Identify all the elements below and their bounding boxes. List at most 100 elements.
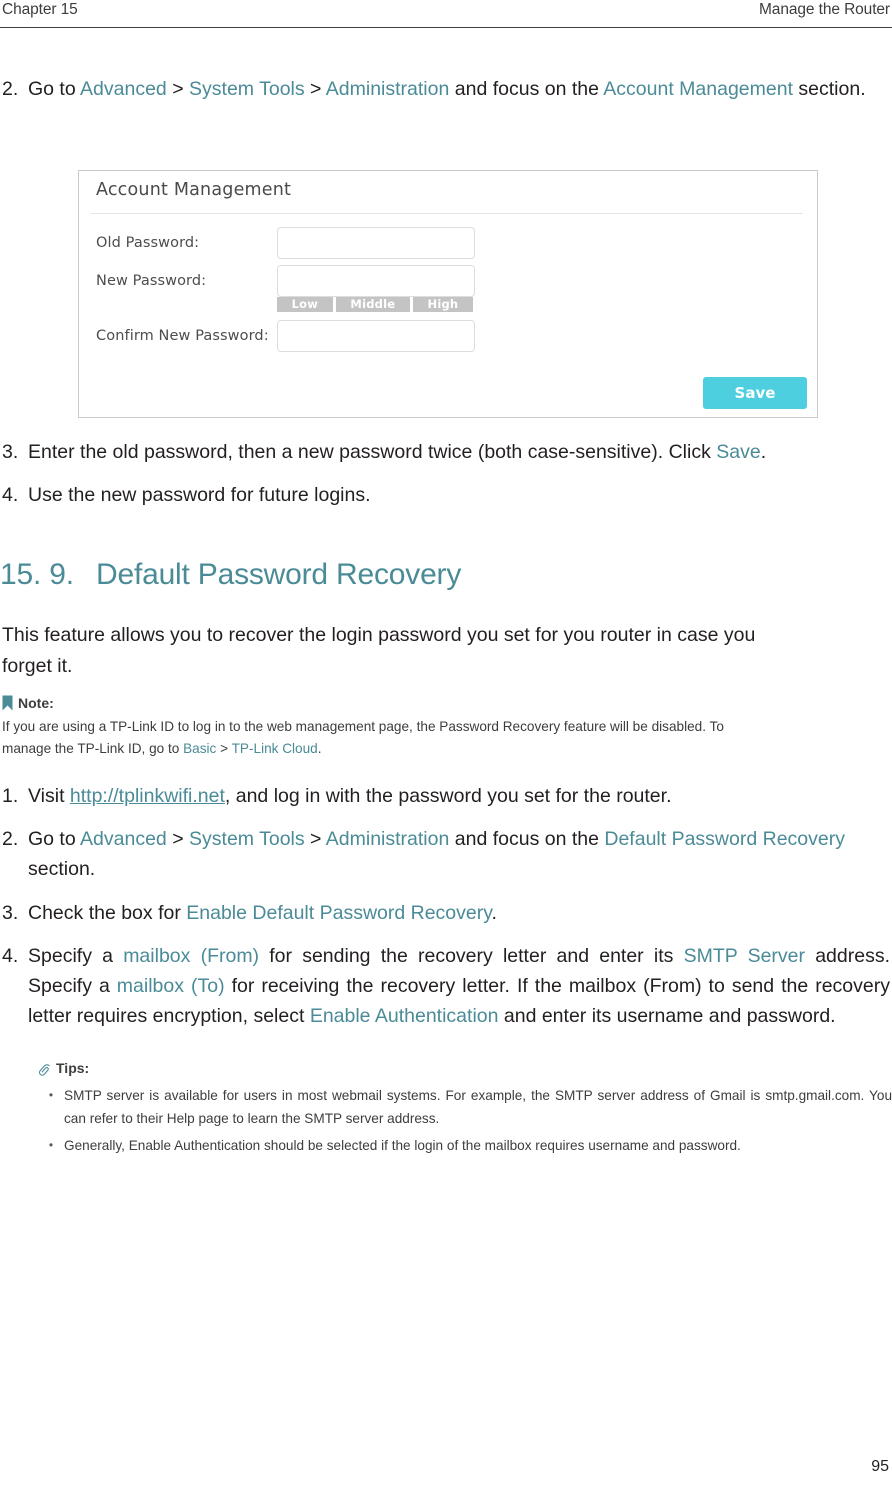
strength-segment-middle: Middle: [335, 297, 410, 312]
link-mailbox-from[interactable]: mailbox (From): [123, 945, 259, 967]
step-3-text-2: .: [760, 441, 767, 463]
panel-divider: [91, 213, 803, 214]
step-2-text: Go to Advanced > System Tools > Administ…: [28, 74, 890, 104]
recovery-step-2-text-3: section.: [28, 858, 96, 880]
note-header: Note:: [2, 693, 890, 713]
intro-line-1: This feature allows you to recover the l…: [2, 624, 756, 646]
recovery-step-3-text-2: .: [491, 902, 497, 924]
account-management-screenshot: Account Management Old Password: New Pas…: [78, 170, 818, 418]
link-administration[interactable]: Administration: [326, 78, 450, 100]
recovery-step-4-text: Specify a mailbox (From) for sending the…: [28, 941, 890, 1031]
recovery-step-1-text-1: Visit: [28, 785, 70, 807]
step-2-text-1: Go to: [28, 78, 81, 100]
tips-list-item: • SMTP server is available for users in …: [38, 1084, 892, 1130]
panel-title: Account Management: [96, 180, 292, 200]
link-enable-default-password-recovery[interactable]: Enable Default Password Recovery: [186, 902, 491, 924]
section-heading: 15. 9. Default Password Recovery: [0, 556, 892, 594]
intro-line-2: forget it.: [2, 655, 73, 677]
link-system-tools[interactable]: System Tools: [189, 78, 305, 100]
step-2-sep-2: >: [304, 78, 326, 100]
recovery-step-2-text: Go to Advanced > System Tools > Administ…: [28, 824, 890, 884]
confirm-new-password-label: Confirm New Password:: [96, 328, 269, 344]
old-password-input[interactable]: [277, 227, 475, 259]
section-heading-number: 15. 9.: [0, 558, 74, 591]
strength-segment-low: Low: [277, 297, 333, 312]
link-advanced[interactable]: Advanced: [80, 78, 167, 100]
paperclip-icon: [38, 1062, 51, 1076]
tips-list-item: • Generally, Enable Authentication shoul…: [38, 1134, 892, 1157]
note-block: Note: If you are using a TP-Link ID to l…: [2, 693, 890, 760]
link-default-password-recovery[interactable]: Default Password Recovery: [604, 828, 845, 850]
step-4-number: 4.: [2, 484, 19, 506]
bookmark-icon: [2, 695, 13, 711]
save-button[interactable]: Save: [703, 377, 807, 409]
note-line-2-text-a: manage the TP-Link ID, go to: [2, 741, 184, 756]
tips-block: Tips: • SMTP server is available for use…: [38, 1058, 892, 1161]
link-smtp-server[interactable]: SMTP Server: [684, 945, 805, 967]
step-3-number: 3.: [2, 441, 19, 463]
tips-header: Tips:: [38, 1058, 892, 1078]
password-strength-meter: Low Middle High: [277, 297, 473, 312]
note-line-2: manage the TP-Link ID, go to Basic > TP-…: [2, 738, 890, 760]
link-system-tools-2[interactable]: System Tools: [189, 828, 305, 850]
recovery-step-4-number: 4.: [2, 945, 19, 967]
tips-item-text: SMTP server is available for users in mo…: [64, 1088, 892, 1126]
running-header: Chapter 15 Manage the Router: [0, 0, 892, 28]
link-account-management[interactable]: Account Management: [603, 78, 793, 100]
step-2-sep-1: >: [166, 78, 190, 100]
confirm-new-password-input[interactable]: [277, 320, 475, 352]
recovery-step-3: 3. Check the box for Enable Default Pass…: [2, 898, 890, 928]
recovery-step-2-number: 2.: [2, 828, 19, 850]
step-2-number: 2.: [2, 78, 19, 100]
recovery-step-2-text-1: Go to: [28, 828, 81, 850]
tips-label: Tips:: [56, 1060, 90, 1076]
header-chapter: Chapter 15: [2, 1, 78, 18]
link-tp-link-cloud[interactable]: TP-Link Cloud: [232, 741, 318, 756]
page-number: 95: [871, 1458, 889, 1475]
tips-list: • SMTP server is available for users in …: [38, 1084, 892, 1157]
recovery-step-1-number: 1.: [2, 785, 19, 807]
link-advanced-2[interactable]: Advanced: [80, 828, 167, 850]
note-body: If you are using a TP-Link ID to log in …: [2, 716, 890, 760]
bullet-icon: •: [48, 1138, 54, 1152]
recovery-step-4-text-1: Specify a: [28, 945, 124, 967]
step-3: 3. Enter the old password, then a new pa…: [2, 437, 890, 467]
old-password-label: Old Password:: [96, 235, 200, 251]
link-save[interactable]: Save: [716, 441, 760, 463]
note-line-2-text-b: .: [317, 741, 322, 756]
step-2-text-2: and focus on the: [449, 78, 604, 100]
recovery-step-3-number: 3.: [2, 902, 19, 924]
link-mailbox-to[interactable]: mailbox (To): [117, 975, 225, 997]
note-line-1: If you are using a TP-Link ID to log in …: [2, 719, 724, 734]
step-4-text: Use the new password for future logins.: [28, 484, 371, 506]
recovery-step-2: 2. Go to Advanced > System Tools > Admin…: [2, 824, 890, 884]
step-2: 2. Go to Advanced > System Tools > Admin…: [2, 74, 890, 104]
link-basic[interactable]: Basic: [183, 741, 216, 756]
link-administration-2[interactable]: Administration: [326, 828, 450, 850]
step-2-text-3: section.: [793, 78, 866, 100]
strength-segment-high: High: [412, 297, 473, 312]
recovery-step-2-text-2: and focus on the: [449, 828, 605, 850]
recovery-step-3-text: Check the box for Enable Default Passwor…: [28, 898, 890, 928]
section-heading-title: Default Password Recovery: [96, 558, 462, 591]
link-enable-authentication[interactable]: Enable Authentication: [310, 1005, 499, 1027]
header-section: Manage the Router: [759, 1, 890, 18]
recovery-step-2-sep-2: >: [304, 828, 326, 850]
recovery-step-4-text-2: for sending the recovery letter and ente…: [259, 945, 684, 967]
tips-item-text: Generally, Enable Authentication should …: [64, 1138, 741, 1153]
recovery-step-3-text-1: Check the box for: [28, 902, 187, 924]
step-3-text: Enter the old password, then a new passw…: [28, 437, 890, 467]
recovery-step-4: 4. Specify a mailbox (From) for sending …: [2, 941, 890, 1031]
note-sep: >: [216, 741, 232, 756]
note-label: Note:: [18, 695, 54, 711]
bullet-icon: •: [48, 1088, 54, 1102]
recovery-step-1: 1. Visit http://tplinkwifi.net, and log …: [2, 781, 890, 811]
recovery-step-1-text-2: , and log in with the password you set f…: [224, 785, 672, 807]
recovery-step-4-text-5: and enter its username and password.: [498, 1005, 836, 1027]
step-4: 4. Use the new password for future login…: [2, 480, 890, 510]
link-tplinkwifi[interactable]: http://tplinkwifi.net: [70, 785, 225, 807]
new-password-input[interactable]: [277, 265, 475, 297]
new-password-label: New Password:: [96, 273, 207, 289]
intro-paragraph: This feature allows you to recover the l…: [2, 620, 890, 682]
recovery-step-1-text: Visit http://tplinkwifi.net, and log in …: [28, 781, 890, 811]
